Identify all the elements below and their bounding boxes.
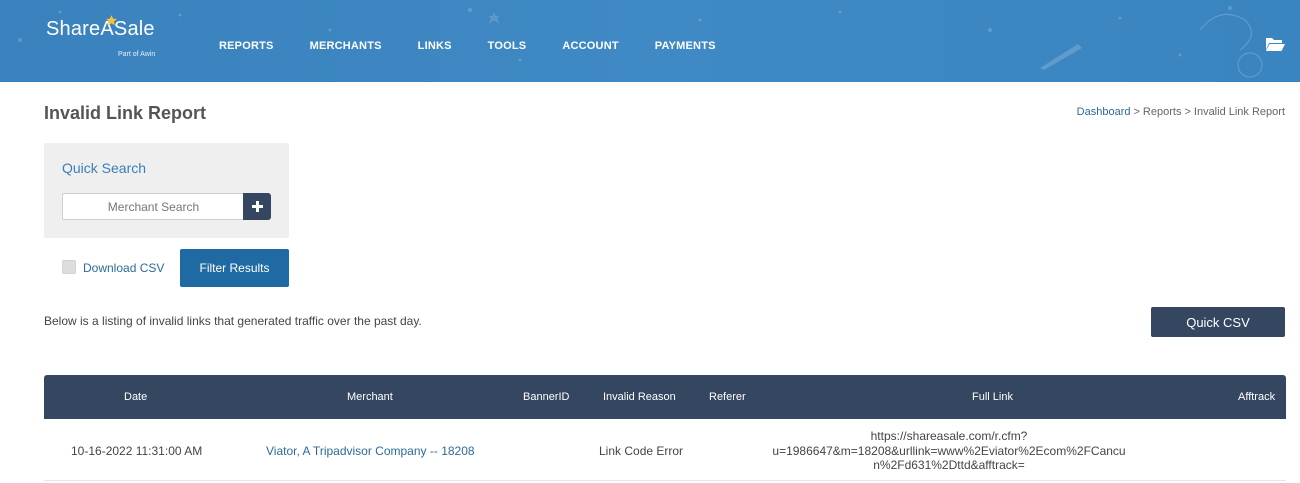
quick-search-panel: Quick Search (44, 143, 289, 238)
top-navigation-bar: ShareASale Part of Awin REPORTS MERCHANT… (0, 0, 1300, 82)
column-header-date[interactable]: Date (124, 391, 147, 403)
quick-csv-button[interactable]: Quick CSV (1151, 307, 1285, 337)
breadcrumb-current: Invalid Link Report (1193, 106, 1285, 118)
full-link-line: n%2Fd631%2Dttd&afftrack= (873, 458, 1025, 472)
logo-wordmark: ShareASale (46, 18, 155, 40)
nav-account[interactable]: ACCOUNT (562, 40, 618, 52)
full-link-line: u=1986647&m=18208&urllink=www%2Eviator%2… (772, 443, 1126, 458)
logo-tagline: Part of Awin (118, 51, 156, 58)
breadcrumb-dashboard[interactable]: Dashboard (1077, 106, 1131, 118)
download-csv-label[interactable]: Download CSV (83, 261, 164, 275)
cell-merchant-link[interactable]: Viator, A Tripadvisor Company -- 18208 (266, 444, 475, 458)
table-header: Date Merchant BannerID Invalid Reason Re… (44, 375, 1286, 419)
page-title: Invalid Link Report (44, 103, 207, 123)
nav-merchants[interactable]: MERCHANTS (310, 40, 382, 52)
full-link-line: https://shareasale.com/r.cfm? (870, 429, 1028, 443)
column-header-merchant[interactable]: Merchant (347, 391, 393, 403)
folder-icon[interactable] (1265, 36, 1285, 52)
breadcrumb: Dashboard > Reports > Invalid Link Report (1077, 106, 1285, 118)
nav-payments[interactable]: PAYMENTS (655, 40, 716, 52)
nav-tools[interactable]: TOOLS (488, 40, 527, 52)
table-row: 10-16-2022 11:31:00 AM Viator, A Tripadv… (44, 419, 1286, 481)
quick-search-title: Quick Search (62, 160, 147, 176)
breadcrumb-reports: Reports (1142, 106, 1182, 118)
breadcrumb-separator: > (1133, 106, 1140, 118)
breadcrumb-separator: > (1184, 106, 1191, 118)
column-header-invalid-reason[interactable]: Invalid Reason (603, 391, 676, 403)
filter-results-button[interactable]: Filter Results (180, 249, 289, 287)
column-header-banner-id[interactable]: BannerID (523, 391, 569, 403)
nav-reports[interactable]: REPORTS (219, 40, 274, 52)
column-header-referer[interactable]: Referer (709, 391, 746, 403)
invalid-links-table: Date Merchant BannerID Invalid Reason Re… (44, 375, 1286, 481)
shareasale-logo[interactable]: ShareASale Part of Awin (46, 15, 155, 58)
cell-date: 10-16-2022 11:31:00 AM (71, 444, 203, 458)
star-icon (106, 15, 117, 26)
column-header-afftrack[interactable]: Afftrack (1238, 391, 1275, 403)
nav-links[interactable]: LINKS (418, 40, 452, 52)
main-nav: REPORTS MERCHANTS LINKS TOOLS ACCOUNT PA… (219, 40, 752, 52)
column-header-full-link[interactable]: Full Link (972, 391, 1013, 403)
add-merchant-button[interactable] (243, 193, 271, 220)
cell-full-link: https://shareasale.com/r.cfm? u=1986647&… (759, 429, 1139, 473)
report-description: Below is a listing of invalid links that… (44, 314, 422, 328)
merchant-search-input[interactable] (62, 193, 244, 220)
download-csv-checkbox[interactable] (62, 260, 76, 274)
cell-invalid-reason: Link Code Error (599, 444, 684, 458)
plus-icon (251, 201, 263, 212)
